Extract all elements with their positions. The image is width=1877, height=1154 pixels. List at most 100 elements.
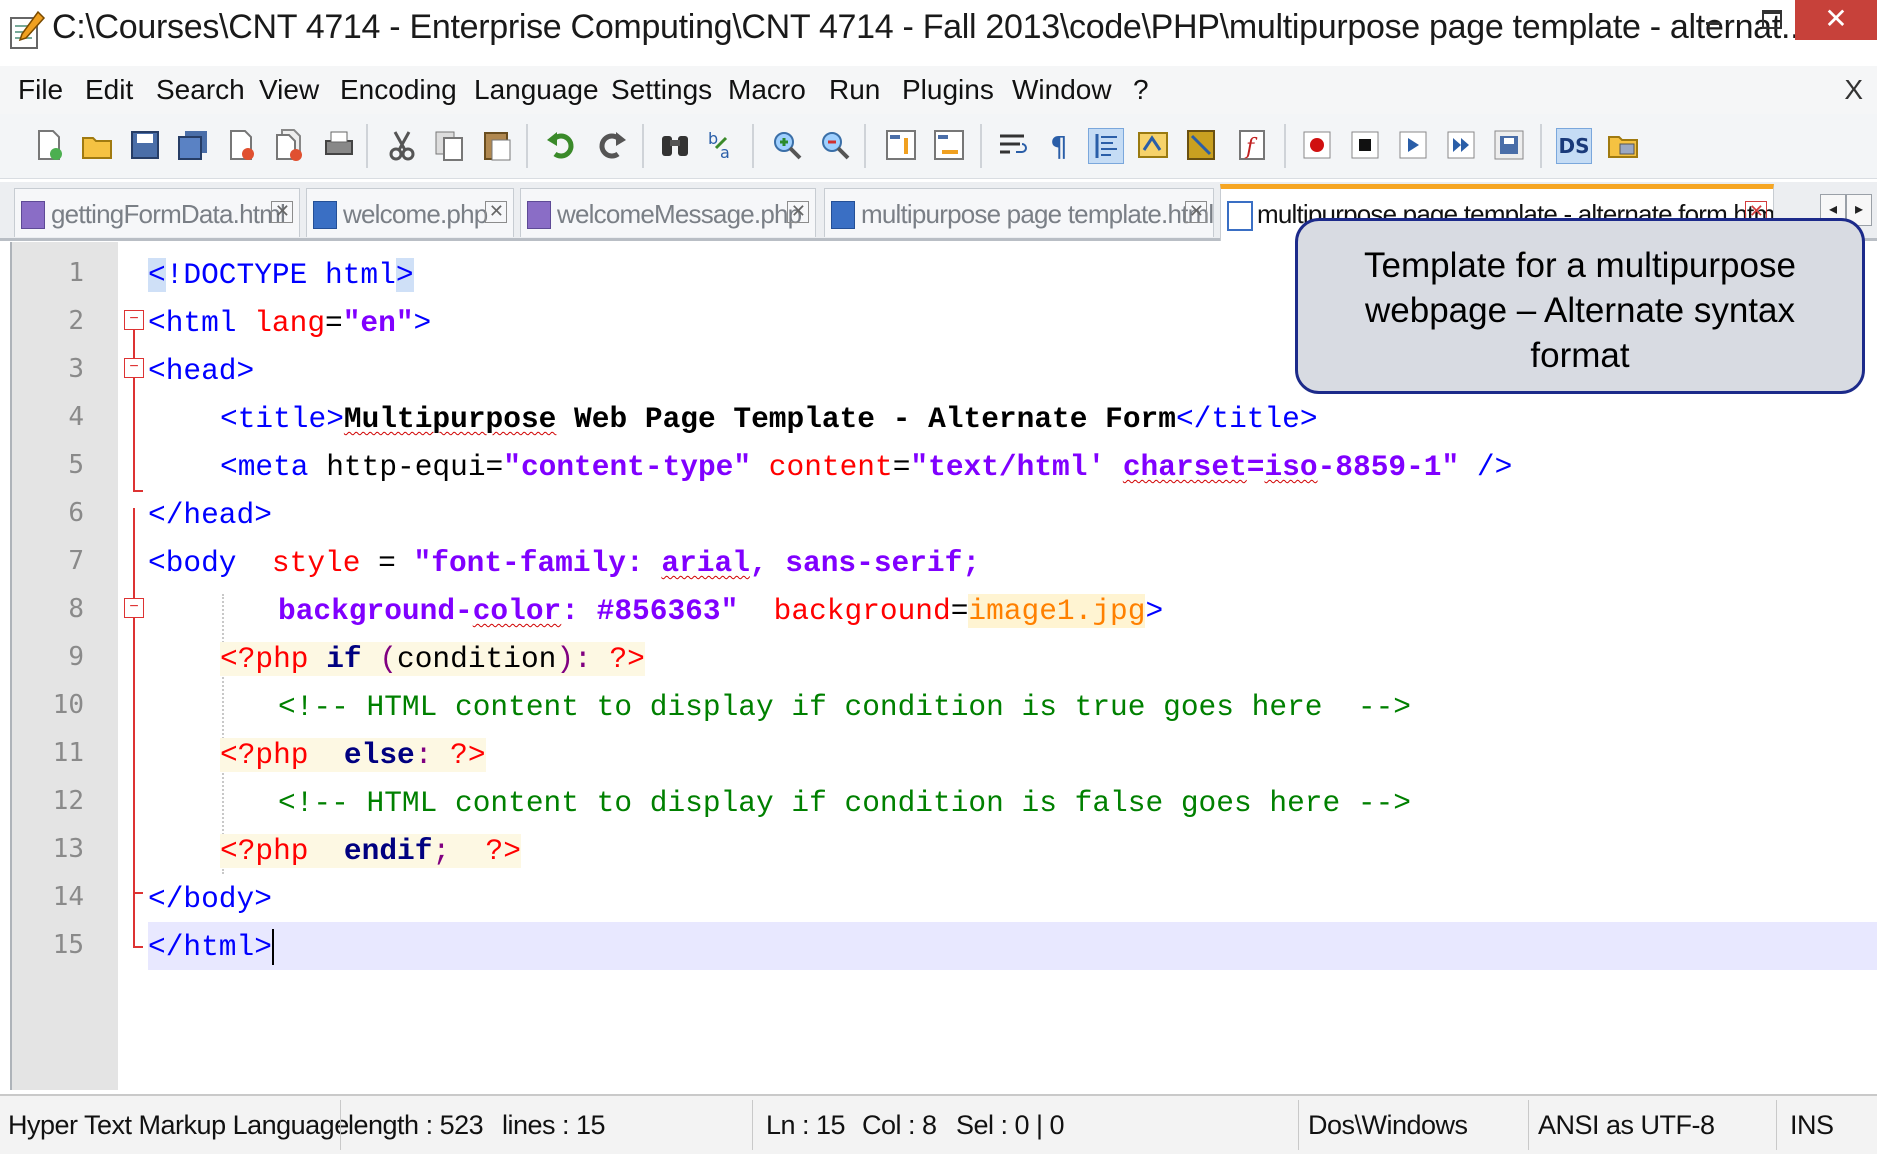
code-token: else [308, 738, 415, 772]
line-number: 5 [68, 450, 84, 480]
code-token: > [413, 306, 432, 340]
file-icon [1227, 201, 1253, 231]
line-number: 13 [52, 834, 84, 864]
replace-icon[interactable]: ba [706, 128, 740, 162]
tab-close-icon[interactable]: ✕ [1185, 201, 1207, 223]
code-token: arial [661, 546, 750, 580]
menu-window[interactable]: Window [1012, 74, 1112, 106]
line-number: 11 [52, 738, 84, 768]
doc-map-icon[interactable] [1184, 128, 1218, 162]
menu-view[interactable]: View [259, 74, 319, 106]
open-file-icon[interactable] [80, 128, 114, 162]
tab-close-icon[interactable]: ✕ [485, 201, 507, 223]
indent-guide-icon[interactable] [1088, 128, 1124, 164]
sync-vertical-icon[interactable] [884, 128, 918, 162]
maximize-button[interactable] [1742, 0, 1798, 36]
file-icon [21, 201, 45, 229]
code-token: <body [148, 546, 237, 580]
code-line-14: </body> [148, 876, 272, 922]
status-insert-mode[interactable]: INS [1790, 1110, 1834, 1141]
record-macro-icon[interactable] [1300, 128, 1334, 162]
function-list-icon[interactable]: f [1236, 128, 1270, 162]
code-token: !DOCTYPE html [165, 258, 396, 292]
save-macro-icon[interactable] [1492, 128, 1526, 162]
menu-run[interactable]: Run [829, 74, 880, 106]
menu-edit[interactable]: Edit [85, 74, 133, 106]
undo-icon[interactable] [545, 128, 579, 162]
ds-icon[interactable]: DS [1556, 128, 1592, 164]
tab-welcomemessage-php[interactable]: welcomeMessage.php ✕ [520, 188, 816, 237]
tab-close-icon[interactable]: ✕ [271, 201, 293, 223]
code-token: ; [432, 834, 451, 868]
minimize-button[interactable] [1682, 0, 1738, 36]
word-wrap-icon[interactable] [996, 128, 1030, 162]
cut-icon[interactable] [385, 128, 419, 162]
code-token: image1.jpg [968, 594, 1146, 628]
code-token: content [751, 450, 893, 484]
notepad-app-icon[interactable] [8, 10, 46, 50]
find-icon[interactable] [658, 128, 692, 162]
code-token: /> [1459, 450, 1513, 484]
zoom-in-icon[interactable] [770, 128, 804, 162]
code-token: ): [556, 642, 592, 676]
print-icon[interactable] [322, 128, 356, 162]
line-number: 6 [68, 498, 84, 528]
menu-encoding[interactable]: Encoding [340, 74, 457, 106]
current-line-highlight [148, 922, 1877, 970]
fold-line [133, 618, 135, 918]
menu-settings[interactable]: Settings [611, 74, 712, 106]
close-icon[interactable] [224, 128, 258, 162]
tab-label: gettingFormData.html [51, 199, 286, 229]
toolbar-separator [526, 124, 528, 168]
show-all-chars-icon[interactable]: ¶ [1044, 128, 1078, 162]
close-all-icon[interactable] [272, 128, 306, 162]
code-token: lang [254, 306, 326, 340]
line-number: 12 [52, 786, 84, 816]
folder-icon[interactable] [1606, 128, 1640, 162]
code-token: iso [1264, 450, 1318, 484]
tab-close-icon[interactable]: ✕ [787, 201, 809, 223]
menu-file[interactable]: File [18, 74, 63, 106]
menu-macro[interactable]: Macro [728, 74, 806, 106]
stop-macro-icon[interactable] [1348, 128, 1382, 162]
status-encoding[interactable]: ANSI as UTF-8 [1538, 1110, 1715, 1141]
save-icon[interactable] [128, 128, 162, 162]
save-all-icon[interactable] [176, 128, 210, 162]
code-token: , sans-serif; [749, 546, 981, 580]
code-token: "en" [342, 306, 414, 340]
status-separator [752, 1100, 753, 1150]
menu-search[interactable]: Search [156, 74, 245, 106]
code-line-12: <!-- HTML content to display if conditio… [278, 780, 1411, 826]
new-file-icon[interactable] [32, 128, 66, 162]
menu-language[interactable]: Language [474, 74, 599, 106]
fold-toggle-body[interactable]: − [124, 598, 144, 618]
menu-plugins[interactable]: Plugins [902, 74, 994, 106]
code-token: <?php [220, 738, 309, 772]
close-window-button[interactable]: ✕ [1795, 0, 1877, 40]
run-macro-multiple-icon[interactable] [1444, 128, 1478, 162]
redo-icon[interactable] [594, 128, 628, 162]
code-line-3: <head> [148, 348, 254, 394]
code-token: "font-family: [413, 546, 662, 580]
status-eol-format[interactable]: Dos\Windows [1308, 1110, 1468, 1141]
zoom-out-icon[interactable] [818, 128, 852, 162]
tab-gettingformdata[interactable]: gettingFormData.html ✕ [14, 188, 300, 237]
code-line-15: </html> [148, 924, 274, 970]
menu-help[interactable]: ? [1133, 74, 1149, 106]
code-token: ( [361, 642, 398, 676]
code-line-1: <!DOCTYPE html> [148, 252, 414, 298]
toolbar-separator [752, 124, 754, 168]
tab-multipurpose-template[interactable]: multipurpose page template.html ✕ [824, 188, 1214, 237]
line-number: 7 [68, 546, 84, 576]
play-macro-icon[interactable] [1396, 128, 1430, 162]
code-line-13: <?php endif; ?> [220, 828, 521, 874]
fold-toggle-html[interactable]: − [124, 310, 144, 330]
close-document-button[interactable]: X [1844, 74, 1863, 106]
toolbar-separator [864, 124, 866, 168]
copy-icon[interactable] [432, 128, 466, 162]
tab-welcome-php[interactable]: welcome.php ✕ [306, 188, 514, 237]
paste-icon[interactable] [480, 128, 514, 162]
sync-horizontal-icon[interactable] [932, 128, 966, 162]
fold-toggle-head[interactable]: − [124, 358, 144, 378]
user-lang-icon[interactable] [1136, 128, 1170, 162]
